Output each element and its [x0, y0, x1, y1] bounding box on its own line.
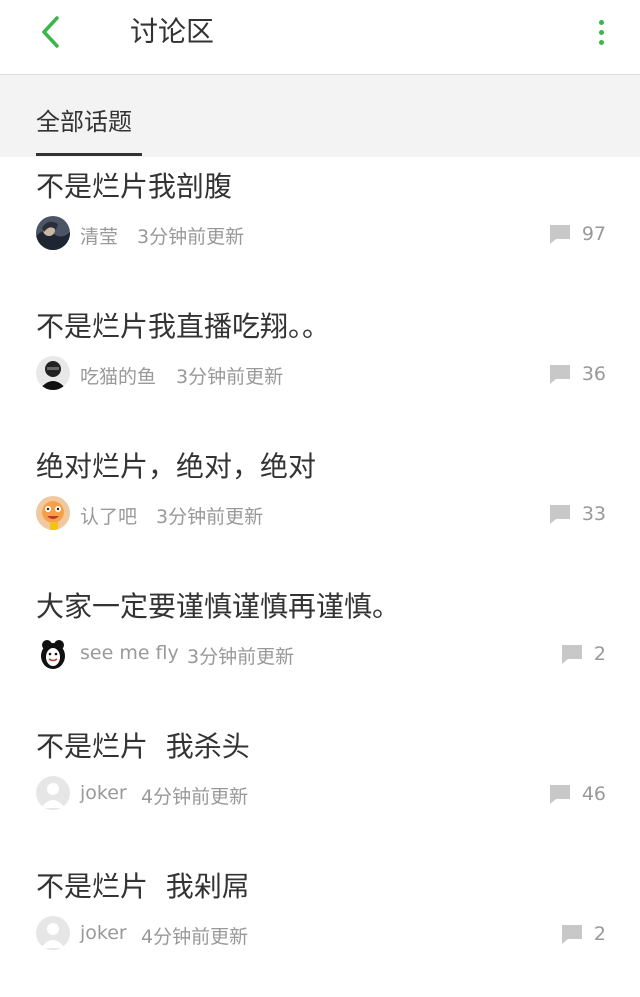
comment-icon	[561, 645, 582, 664]
comment-count: 2	[560, 642, 606, 666]
comment-count: 33	[548, 502, 606, 526]
comment-count-value: 36	[581, 363, 606, 385]
author-name[interactable]: see me fly	[80, 642, 179, 664]
update-time: 3分钟前更新	[137, 226, 245, 248]
comment-icon	[549, 505, 570, 524]
author-name[interactable]: joker	[80, 782, 127, 804]
topic-title[interactable]: 不是烂片我直播吃翔。。	[36, 309, 330, 345]
topic-meta: 吃猫的鱼 3分钟前更新 36	[36, 356, 606, 392]
topic-item[interactable]: 大家一定要谨慎谨慎再谨慎。 see me fly 3分钟前更新 2	[0, 577, 640, 717]
update-time: 3分钟前更新	[176, 366, 284, 388]
topic-title[interactable]: 绝对烂片，绝对，绝对	[36, 449, 316, 485]
update-time: 4分钟前更新	[141, 786, 249, 808]
topic-item[interactable]: 不是烂片 我剁屌 joker 4分钟前更新 2	[0, 857, 640, 997]
comment-icon	[549, 785, 570, 804]
avatar[interactable]	[36, 636, 70, 670]
update-time: 3分钟前更新	[187, 646, 295, 668]
avatar[interactable]	[36, 496, 70, 530]
topic-title[interactable]: 不是烂片 我杀头	[36, 729, 250, 765]
topic-meta: 清莹 3分钟前更新 97	[36, 216, 606, 252]
topic-item[interactable]: 绝对烂片，绝对，绝对 认了吧 3分钟前更新 33	[0, 437, 640, 577]
topic-meta: joker 4分钟前更新 2	[36, 916, 606, 952]
author-name[interactable]: joker	[80, 922, 127, 944]
comment-count: 46	[548, 782, 606, 806]
page-title: 讨论区	[130, 15, 215, 48]
comment-count: 97	[548, 222, 606, 246]
topic-item[interactable]: 不是烂片我剖腹 清莹 3分钟前更新 97	[0, 157, 640, 297]
more-vertical-icon	[598, 19, 604, 25]
avatar[interactable]	[36, 916, 70, 950]
more-dot	[598, 29, 604, 35]
topic-item[interactable]: 不是烂片 我杀头 joker 4分钟前更新 46	[0, 717, 640, 857]
author-name[interactable]: 清莹	[80, 222, 118, 249]
author-name[interactable]: 吃猫的鱼	[80, 362, 156, 389]
comment-count-value: 97	[581, 223, 606, 245]
update-time: 3分钟前更新	[156, 506, 264, 528]
more-dot	[598, 39, 604, 45]
topic-meta: see me fly 3分钟前更新 2	[36, 636, 606, 672]
update-time: 4分钟前更新	[141, 926, 249, 948]
comment-icon	[549, 225, 570, 244]
top-bar: 讨论区	[0, 0, 640, 75]
tab-bar: 全部话题	[0, 75, 640, 157]
topic-list: 不是烂片我剖腹 清莹 3分钟前更新 97 不是烂片我直播吃翔。。 吃猫的鱼 3分…	[0, 157, 640, 997]
tab-label: 全部话题	[36, 108, 132, 136]
comment-count-value: 2	[593, 643, 606, 665]
comment-icon	[549, 365, 570, 384]
topic-meta: 认了吧 3分钟前更新 33	[36, 496, 606, 532]
topic-title[interactable]: 不是烂片 我剁屌	[36, 869, 250, 905]
comment-count-value: 46	[581, 783, 606, 805]
avatar[interactable]	[36, 776, 70, 810]
topic-title[interactable]: 不是烂片我剖腹	[36, 169, 232, 205]
comment-count: 36	[548, 362, 606, 386]
avatar[interactable]	[36, 356, 70, 390]
tab-active-indicator	[36, 153, 142, 156]
comment-count-value: 2	[593, 923, 606, 945]
comment-count-value: 33	[581, 503, 606, 525]
chevron-left-icon	[42, 16, 59, 48]
author-name[interactable]: 认了吧	[80, 502, 137, 529]
topic-item[interactable]: 不是烂片我直播吃翔。。 吃猫的鱼 3分钟前更新 36	[0, 297, 640, 437]
topic-meta: joker 4分钟前更新 46	[36, 776, 606, 812]
topic-title[interactable]: 大家一定要谨慎谨慎再谨慎。	[36, 589, 400, 625]
more-menu-button[interactable]	[588, 14, 614, 50]
comment-icon	[561, 925, 582, 944]
back-button[interactable]	[30, 12, 70, 52]
avatar[interactable]	[36, 216, 70, 250]
comment-count: 2	[560, 922, 606, 946]
